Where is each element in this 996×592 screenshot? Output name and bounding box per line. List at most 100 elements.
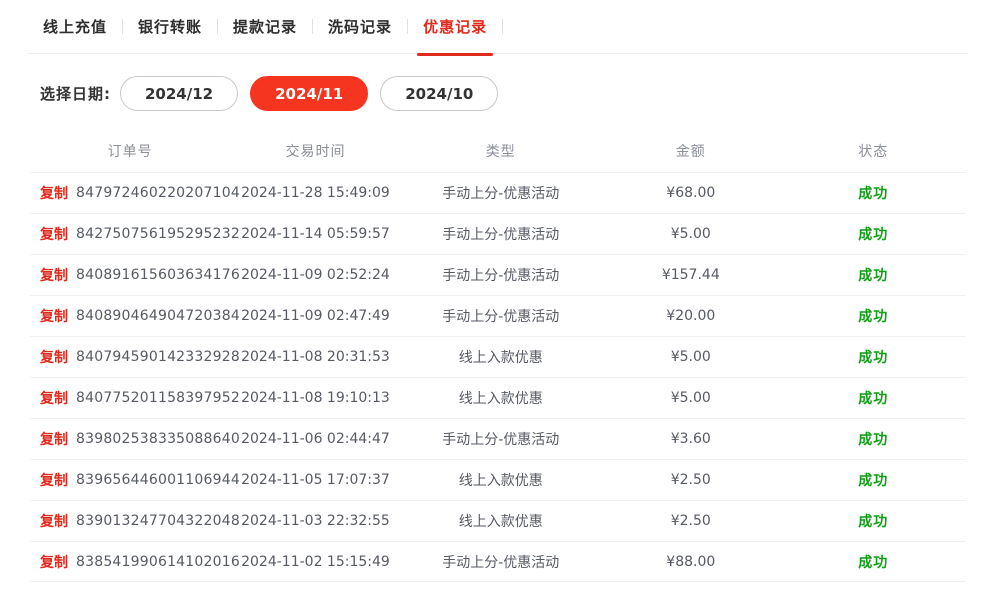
copy-button[interactable]: 复制	[40, 429, 68, 449]
promo-records-table: 订单号 交易时间 类型 金额 状态 复制 847972460220207104 …	[30, 130, 966, 582]
status-text: 成功	[781, 470, 966, 490]
status-text: 成功	[781, 347, 966, 367]
date-option-label: 2024/11	[275, 85, 343, 103]
transaction-time: 2024-11-06 02:44:47	[230, 431, 400, 447]
date-option-label: 2024/12	[145, 85, 213, 103]
order-cell: 复制 840775201158397952	[30, 388, 230, 408]
tab-label: 洗码记录	[328, 16, 392, 37]
copy-button[interactable]: 复制	[40, 224, 68, 244]
order-cell: 复制 842750756195295232	[30, 224, 230, 244]
status-text: 成功	[781, 511, 966, 531]
transaction-type: 手动上分-优惠活动	[401, 552, 601, 572]
tab-item[interactable]: 银行转账	[123, 0, 217, 54]
copy-button[interactable]: 复制	[40, 470, 68, 490]
amount-value: ¥5.00	[601, 390, 781, 406]
copy-button[interactable]: 复制	[40, 388, 68, 408]
date-option-button[interactable]: 2024/12	[120, 76, 238, 111]
transaction-type: 线上入款优惠	[401, 347, 601, 367]
table-row: 复制 839802538335088640 2024-11-06 02:44:4…	[30, 418, 966, 459]
date-filter-row: 选择日期: 2024/12 2024/11 2024/10	[40, 76, 996, 111]
transaction-time: 2024-11-02 15:15:49	[230, 554, 400, 570]
copy-button[interactable]: 复制	[40, 183, 68, 203]
transaction-time: 2024-11-03 22:32:55	[230, 513, 400, 529]
status-text: 成功	[781, 183, 966, 203]
copy-button[interactable]: 复制	[40, 552, 68, 572]
header-status: 状态	[781, 141, 966, 161]
tab-item[interactable]: 提款记录	[218, 0, 312, 54]
status-text: 成功	[781, 552, 966, 572]
order-number: 842750756195295232	[76, 226, 240, 242]
transaction-time: 2024-11-05 17:07:37	[230, 472, 400, 488]
order-cell: 复制 838541990614102016	[30, 552, 230, 572]
order-number: 839013247704322048	[76, 513, 240, 529]
amount-value: ¥20.00	[601, 308, 781, 324]
table-header-row: 订单号 交易时间 类型 金额 状态	[30, 130, 966, 172]
copy-button[interactable]: 复制	[40, 347, 68, 367]
amount-value: ¥2.50	[601, 513, 781, 529]
transaction-type: 线上入款优惠	[401, 470, 601, 490]
header-type: 类型	[401, 141, 601, 161]
status-text: 成功	[781, 265, 966, 285]
transaction-type: 线上入款优惠	[401, 511, 601, 531]
date-option-button[interactable]: 2024/11	[250, 76, 368, 111]
status-text: 成功	[781, 388, 966, 408]
order-cell: 复制 847972460220207104	[30, 183, 230, 203]
order-number: 840775201158397952	[76, 390, 240, 406]
table-row: 复制 840775201158397952 2024-11-08 19:10:1…	[30, 377, 966, 418]
transaction-type: 手动上分-优惠活动	[401, 183, 601, 203]
table-row: 复制 840891615603634176 2024-11-09 02:52:2…	[30, 254, 966, 295]
transaction-type: 手动上分-优惠活动	[401, 306, 601, 326]
header-transaction-time: 交易时间	[230, 141, 400, 161]
transaction-type: 手动上分-优惠活动	[401, 224, 601, 244]
date-filter-label: 选择日期:	[40, 83, 111, 104]
transaction-type: 手动上分-优惠活动	[401, 265, 601, 285]
tab-item[interactable]: 优惠记录	[408, 0, 502, 54]
order-number: 840794590142332928	[76, 349, 240, 365]
transaction-time: 2024-11-14 05:59:57	[230, 226, 400, 242]
status-text: 成功	[781, 306, 966, 326]
transaction-time: 2024-11-09 02:52:24	[230, 267, 400, 283]
order-cell: 复制 839013247704322048	[30, 511, 230, 531]
transaction-time: 2024-11-09 02:47:49	[230, 308, 400, 324]
record-tab-bar: 线上充值 银行转账 提款记录 洗码记录 优惠记录	[28, 0, 968, 54]
status-text: 成功	[781, 429, 966, 449]
tab-label: 银行转账	[138, 16, 202, 37]
order-number: 838541990614102016	[76, 554, 240, 570]
transaction-type: 线上入款优惠	[401, 388, 601, 408]
header-order-number: 订单号	[30, 141, 230, 161]
copy-button[interactable]: 复制	[40, 511, 68, 531]
table-row: 复制 840890464904720384 2024-11-09 02:47:4…	[30, 295, 966, 336]
table-row: 复制 840794590142332928 2024-11-08 20:31:5…	[30, 336, 966, 377]
order-number: 839802538335088640	[76, 431, 240, 447]
order-number: 839656446001106944	[76, 472, 240, 488]
amount-value: ¥3.60	[601, 431, 781, 447]
order-number: 840891615603634176	[76, 267, 240, 283]
date-option-label: 2024/10	[405, 85, 473, 103]
date-options: 2024/12 2024/11 2024/10	[111, 76, 498, 111]
order-cell: 复制 840890464904720384	[30, 306, 230, 326]
table-row: 复制 839013247704322048 2024-11-03 22:32:5…	[30, 500, 966, 541]
order-cell: 复制 840794590142332928	[30, 347, 230, 367]
order-cell: 复制 840891615603634176	[30, 265, 230, 285]
tab-label: 优惠记录	[423, 16, 487, 37]
order-number: 840890464904720384	[76, 308, 240, 324]
table-row: 复制 847972460220207104 2024-11-28 15:49:0…	[30, 172, 966, 213]
order-cell: 复制 839656446001106944	[30, 470, 230, 490]
table-body: 复制 847972460220207104 2024-11-28 15:49:0…	[30, 172, 966, 582]
amount-value: ¥5.00	[601, 349, 781, 365]
transaction-time: 2024-11-08 19:10:13	[230, 390, 400, 406]
order-cell: 复制 839802538335088640	[30, 429, 230, 449]
table-row: 复制 842750756195295232 2024-11-14 05:59:5…	[30, 213, 966, 254]
copy-button[interactable]: 复制	[40, 306, 68, 326]
transaction-time: 2024-11-28 15:49:09	[230, 185, 400, 201]
amount-value: ¥157.44	[601, 267, 781, 283]
amount-value: ¥5.00	[601, 226, 781, 242]
order-number: 847972460220207104	[76, 185, 240, 201]
table-row: 复制 838541990614102016 2024-11-02 15:15:4…	[30, 541, 966, 582]
tab-item[interactable]: 线上充值	[28, 0, 122, 54]
transaction-time: 2024-11-08 20:31:53	[230, 349, 400, 365]
date-option-button[interactable]: 2024/10	[380, 76, 498, 111]
tab-item[interactable]: 洗码记录	[313, 0, 407, 54]
copy-button[interactable]: 复制	[40, 265, 68, 285]
tab-label: 线上充值	[43, 16, 107, 37]
